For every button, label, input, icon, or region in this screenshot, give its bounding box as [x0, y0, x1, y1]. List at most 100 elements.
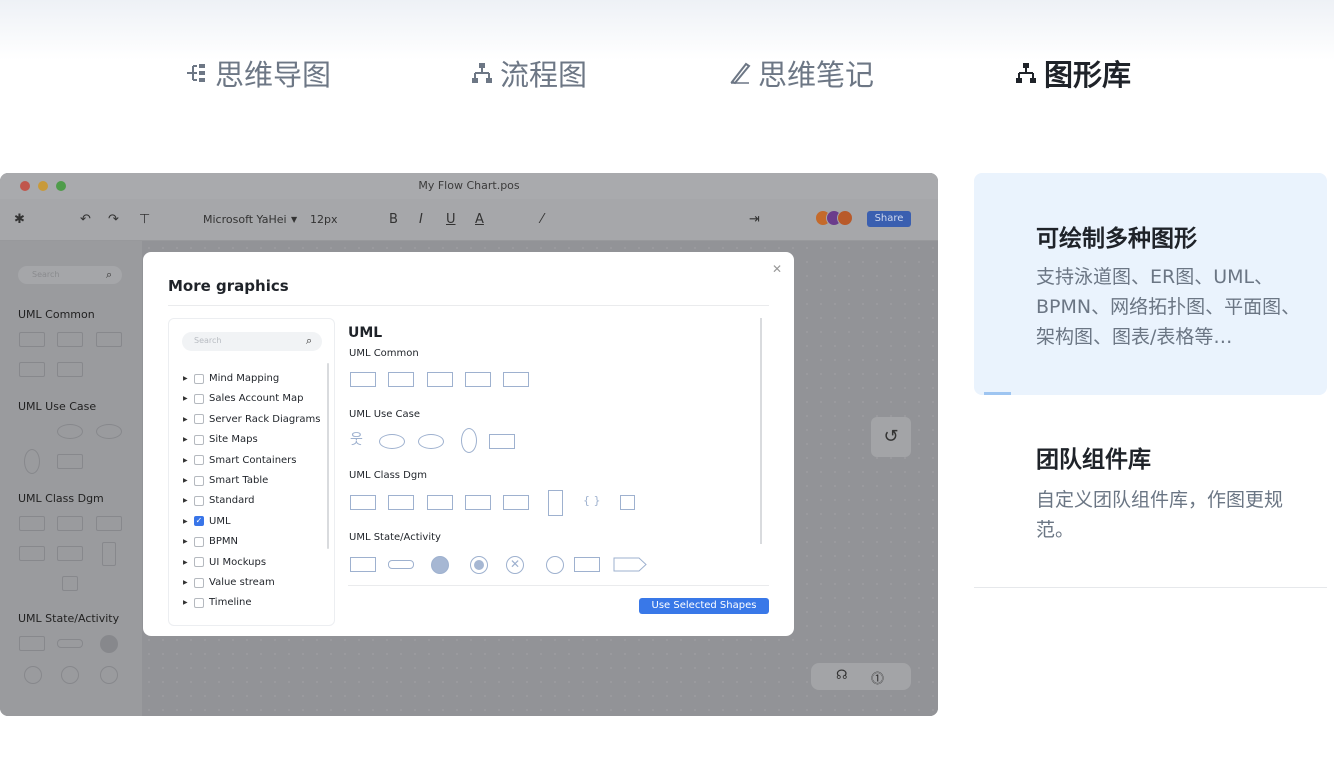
wand-icon[interactable]: ⁄: [541, 212, 543, 227]
library-item[interactable]: ▶ Smart Table: [183, 475, 268, 486]
expand-arrow-icon[interactable]: ▶: [183, 436, 189, 443]
tab-shape-library[interactable]: 图形库: [1014, 52, 1131, 94]
italic-button[interactable]: I: [419, 212, 423, 227]
braces-icon[interactable]: { }: [583, 494, 601, 507]
section-heading: UML: [348, 325, 383, 341]
headset-icon[interactable]: ☊: [836, 668, 848, 683]
checkbox[interactable]: [194, 557, 204, 568]
shape-class-3[interactable]: [427, 495, 453, 510]
pen-icon: [730, 62, 751, 85]
sidebar-section-uml-class[interactable]: UML Class Dgm: [18, 492, 104, 505]
tab-mindmap[interactable]: 思维导图: [185, 52, 331, 94]
login-icon[interactable]: ⇥: [749, 212, 760, 227]
shape-stack[interactable]: [503, 372, 529, 387]
shape-system-box[interactable]: [489, 434, 515, 449]
shape-signal-send[interactable]: [613, 557, 647, 572]
expand-arrow-icon[interactable]: ▶: [183, 538, 189, 545]
sidebar-section-uml-common[interactable]: UML Common: [18, 308, 95, 321]
scrollbar[interactable]: [327, 363, 329, 549]
underline-button[interactable]: U: [446, 212, 456, 227]
feature-card-active[interactable]: 可绘制多种图形 支持泳道图、ER图、UML、BPMN、网络拓扑图、平面图、架构图…: [974, 173, 1327, 395]
checkbox[interactable]: [194, 434, 204, 445]
library-item[interactable]: ▶ Standard: [183, 495, 255, 506]
shape-final-node[interactable]: [470, 556, 488, 574]
shape-flow-final[interactable]: ✕: [506, 556, 524, 574]
shape-frame[interactable]: [465, 372, 491, 387]
expand-arrow-icon[interactable]: ▶: [183, 395, 189, 402]
shape-interface[interactable]: [465, 495, 491, 510]
checkbox[interactable]: [194, 536, 204, 547]
redo-icon[interactable]: ↷: [108, 212, 119, 227]
scrollbar[interactable]: [760, 318, 762, 544]
magic-icon[interactable]: ✱: [14, 212, 25, 227]
bold-button[interactable]: B: [389, 212, 398, 227]
tab-mindnote[interactable]: 思维笔记: [728, 52, 874, 94]
expand-arrow-icon[interactable]: ▶: [183, 559, 189, 566]
feedback-icon[interactable]: ⓵: [871, 668, 884, 687]
library-item-label: Value stream: [209, 577, 275, 588]
shape-use-case[interactable]: [379, 434, 405, 449]
library-item[interactable]: ▶ Mind Mapping: [183, 373, 279, 384]
library-item[interactable]: ▶ Timeline: [183, 597, 252, 608]
library-item[interactable]: ▶ Server Rack Diagrams: [183, 414, 320, 425]
font-size-select[interactable]: 12px: [310, 213, 338, 226]
library-item[interactable]: ▶ BPMN: [183, 536, 238, 547]
expand-arrow-icon[interactable]: ▶: [183, 518, 189, 525]
shape-class[interactable]: [350, 495, 376, 510]
shape-folder[interactable]: [388, 372, 414, 387]
close-icon[interactable]: ✕: [772, 262, 782, 276]
shape-use-case-split[interactable]: [418, 434, 444, 449]
library-item-label: Smart Containers: [209, 454, 297, 466]
expand-arrow-icon[interactable]: ▶: [183, 599, 189, 606]
checkbox[interactable]: [194, 495, 204, 506]
tab-label: 流程图: [500, 58, 588, 92]
shape-component[interactable]: [503, 495, 529, 510]
shape-package[interactable]: [350, 372, 376, 387]
expand-arrow-icon[interactable]: ▶: [183, 457, 189, 464]
shape-state[interactable]: [350, 557, 376, 572]
font-color-button[interactable]: A: [475, 212, 484, 227]
window-titlebar: My Flow Chart.pos: [0, 173, 938, 199]
shape-note[interactable]: [427, 372, 453, 387]
expand-arrow-icon[interactable]: ▶: [183, 579, 189, 586]
checkbox[interactable]: ✓: [194, 516, 204, 527]
undo-icon[interactable]: ↶: [80, 212, 91, 227]
library-search-input[interactable]: Search: [182, 332, 322, 351]
expand-arrow-icon[interactable]: ▶: [183, 416, 189, 423]
shape-lifeline[interactable]: [548, 490, 563, 516]
shape-class-2[interactable]: [388, 495, 414, 510]
checkbox[interactable]: [194, 373, 204, 384]
actor-icon[interactable]: 웃: [350, 429, 363, 449]
checkbox[interactable]: [194, 597, 204, 608]
shape-activity[interactable]: [388, 560, 414, 569]
shape-history[interactable]: [546, 556, 564, 574]
checkbox[interactable]: [194, 475, 204, 486]
sidebar-section-uml-state[interactable]: UML State/Activity: [18, 612, 119, 625]
library-item[interactable]: ▶ Smart Containers: [183, 455, 297, 466]
checkbox[interactable]: [194, 414, 204, 425]
font-family-select[interactable]: Microsoft YaHei: [203, 213, 287, 226]
shape-square[interactable]: [620, 495, 635, 510]
checkbox[interactable]: [194, 577, 204, 588]
library-item[interactable]: ▶ ✓ UML: [183, 516, 231, 527]
more-graphics-dialog: More graphics ✕ Search ⌕ ▶ Mind Mapping ▶ S…: [143, 252, 794, 636]
sidebar-section-uml-use-case[interactable]: UML Use Case: [18, 400, 96, 413]
expand-arrow-icon[interactable]: ▶: [183, 375, 189, 382]
tab-label: 思维笔记: [758, 58, 875, 92]
expand-arrow-icon[interactable]: ▶: [183, 497, 189, 504]
library-item[interactable]: ▶ Site Maps: [183, 434, 258, 445]
checkbox[interactable]: [194, 455, 204, 466]
share-button[interactable]: Share: [867, 211, 911, 227]
tab-flowchart[interactable]: 流程图: [470, 52, 587, 94]
expand-arrow-icon[interactable]: ▶: [183, 477, 189, 484]
library-item[interactable]: ▶ Value stream: [183, 577, 275, 588]
shape-vertical-ellipse[interactable]: [461, 428, 477, 453]
library-item[interactable]: ▶ UI Mockups: [183, 557, 266, 568]
history-icon[interactable]: ↺: [871, 417, 911, 457]
use-selected-shapes-button[interactable]: Use Selected Shapes: [639, 598, 769, 614]
shape-object[interactable]: [574, 557, 600, 572]
shape-initial-node[interactable]: [431, 556, 449, 574]
library-item[interactable]: ▶ Sales Account Map: [183, 393, 303, 404]
checkbox[interactable]: [194, 393, 204, 404]
format-painter-icon[interactable]: ⊤: [139, 212, 150, 227]
